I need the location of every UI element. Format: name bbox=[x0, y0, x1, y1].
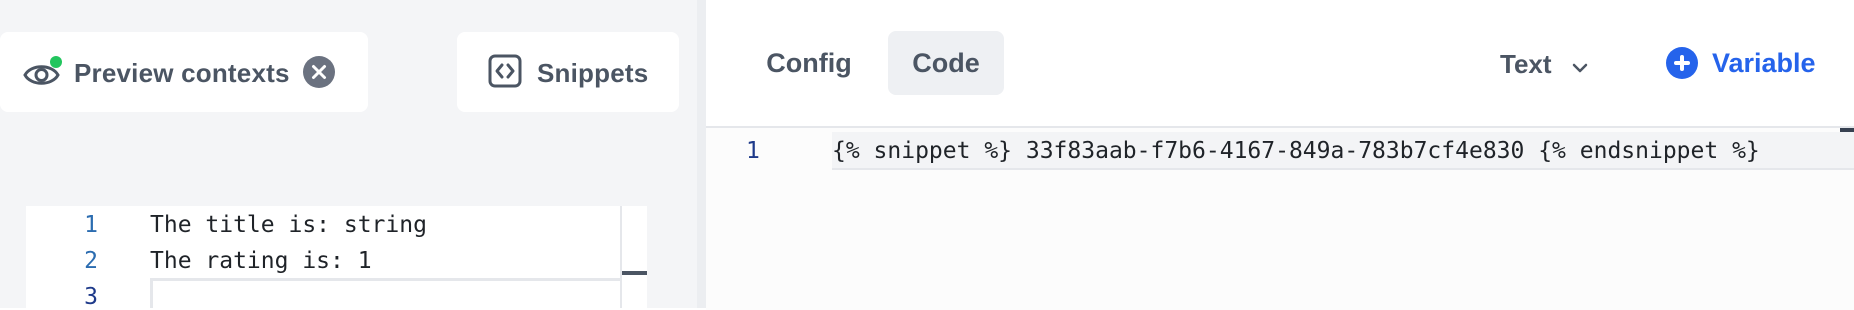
preview-contexts-chip[interactable]: Preview contexts bbox=[0, 32, 368, 112]
add-variable-button[interactable]: Variable bbox=[1666, 40, 1816, 86]
line-number: 3 bbox=[84, 284, 98, 308]
tab-code[interactable]: Code bbox=[888, 31, 1004, 95]
preview-contexts-label: Preview contexts bbox=[74, 58, 290, 88]
line-number: 1 bbox=[84, 212, 98, 238]
scrollbar-thumb[interactable] bbox=[622, 271, 647, 275]
eye-icon bbox=[22, 54, 64, 92]
vertical-scrollbar[interactable] bbox=[620, 206, 647, 308]
chevron-down-icon bbox=[1570, 54, 1590, 74]
panel-resize-handle[interactable] bbox=[697, 0, 706, 308]
code-brackets-icon bbox=[488, 54, 522, 88]
tab-config[interactable]: Config bbox=[744, 31, 874, 95]
mode-select-value: Text bbox=[1500, 48, 1552, 79]
line-number: 1 bbox=[746, 138, 760, 164]
plus-circle-icon bbox=[1666, 47, 1698, 79]
preview-output-editor[interactable]: 1 2 3 The title is: string The rating is… bbox=[26, 206, 647, 308]
left-panel: Preview contexts Snippets 1 2 3 The titl… bbox=[0, 0, 697, 308]
right-panel: Config Code Text Variable 1 {% snippet %… bbox=[706, 0, 1854, 310]
mode-select[interactable]: Text bbox=[1500, 44, 1590, 84]
add-variable-label: Variable bbox=[1712, 47, 1816, 78]
clear-preview-close-icon[interactable] bbox=[303, 56, 335, 88]
line-number: 2 bbox=[84, 248, 98, 274]
scrollbar-marker bbox=[1840, 128, 1854, 132]
code-line: {% snippet %} 33f83aab-f7b6-4167-849a-78… bbox=[832, 138, 1760, 164]
line-number-gutter: 1 2 3 bbox=[26, 206, 144, 308]
code-line: The title is: string bbox=[150, 212, 427, 238]
snippets-button[interactable]: Snippets bbox=[457, 32, 679, 112]
snippets-label: Snippets bbox=[537, 58, 649, 88]
code-editor[interactable]: 1 {% snippet %} 33f83aab-f7b6-4167-849a-… bbox=[706, 126, 1854, 310]
code-line: The rating is: 1 bbox=[150, 248, 372, 274]
current-line-highlight bbox=[150, 278, 623, 308]
